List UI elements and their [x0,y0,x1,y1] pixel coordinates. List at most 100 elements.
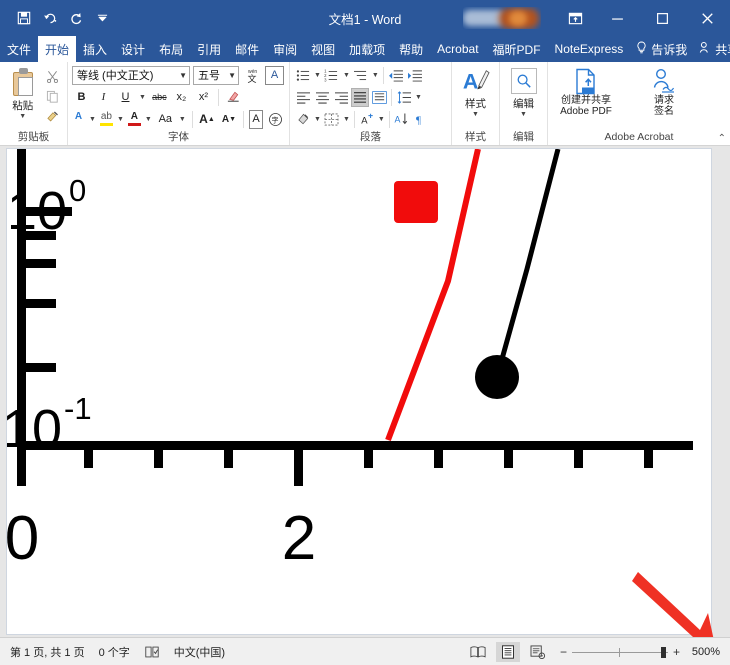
tab-view[interactable]: 视图 [304,36,342,62]
align-right-button[interactable] [332,88,350,107]
language-indicator[interactable]: 中文(中国) [174,644,225,660]
borders-caret-icon[interactable]: ▼ [342,116,351,123]
paste-button[interactable]: 粘贴 ▼ [4,65,42,120]
text-effects-button[interactable]: A [72,110,85,129]
change-case-caret-icon[interactable]: ▼ [178,116,187,123]
ribbon-display-options-icon[interactable] [555,0,595,36]
redo-icon[interactable] [64,6,88,30]
text-highlight-caret-icon[interactable]: ▼ [116,116,125,123]
undo-icon[interactable] [38,6,62,30]
underline-dropdown-caret-icon[interactable]: ▼ [138,94,147,101]
subscript-button[interactable]: x₂ [172,88,191,107]
page-indicator[interactable]: 第 1 页, 共 1 页 [10,644,85,660]
change-case-button[interactable]: Aa [156,110,175,129]
word-count[interactable]: 0 个字 [99,644,130,660]
copy-icon[interactable] [42,87,62,105]
tab-design[interactable]: 设计 [114,36,152,62]
grow-font-button[interactable]: A▲ [197,110,216,129]
underline-button[interactable]: U [116,88,135,107]
request-signature-button[interactable]: 请求 签名 [630,67,698,117]
tab-home[interactable]: 开始 [38,36,76,62]
tell-me-box[interactable]: 告诉我 [630,36,693,62]
multilevel-caret-icon[interactable]: ▼ [371,72,380,79]
character-border-icon[interactable]: A [265,66,284,85]
tab-help[interactable]: 帮助 [392,36,430,62]
tab-layout[interactable]: 布局 [152,36,190,62]
request-signature-line2: 签名 [654,106,674,117]
tab-insert[interactable]: 插入 [76,36,114,62]
show-marks-button[interactable]: ¶ [412,110,430,129]
customize-qat-icon[interactable] [90,6,114,30]
tab-noteexpress[interactable]: NoteExpress [548,36,631,62]
tab-addins[interactable]: 加载项 [342,36,392,62]
justify-button[interactable] [351,88,369,107]
create-pdf-line2: Adobe PDF [560,106,612,117]
sort-button[interactable]: A [393,110,411,129]
italic-button[interactable]: I [94,88,113,107]
superscript-button[interactable]: x² [194,88,213,107]
phonetic-guide-icon[interactable]: wén 文 [242,66,262,85]
bold-button[interactable]: B [72,88,91,107]
font-color-caret-icon[interactable]: ▼ [144,116,153,123]
font-size-combo[interactable]: 五号 ▼ [193,66,239,85]
bullets-button[interactable] [294,66,312,85]
minimize-button[interactable] [595,0,640,36]
web-layout-button[interactable] [526,642,550,662]
text-highlight-button[interactable]: ab [100,110,113,129]
decrease-indent-button[interactable] [387,66,405,85]
distribute-button[interactable] [370,88,388,107]
format-painter-icon[interactable] [42,107,62,125]
tab-review[interactable]: 审阅 [266,36,304,62]
tab-mailings[interactable]: 邮件 [228,36,266,62]
numbering-button[interactable]: 1 2 3 [323,66,341,85]
text-effects-caret-icon[interactable]: ▼ [88,116,97,123]
font-color-button[interactable]: A [128,110,141,129]
character-shading-button[interactable]: A [249,110,263,129]
account-avatar-blurred[interactable] [463,7,541,29]
bullets-caret-icon[interactable]: ▼ [313,72,322,79]
shading-button[interactable] [294,110,312,129]
create-share-pdf-button[interactable]: 创建并共享 Adobe PDF [552,67,620,117]
increase-indent-button[interactable] [406,66,424,85]
zoom-slider[interactable]: − + [560,646,680,658]
tab-foxit-pdf[interactable]: 福昕PDF [486,36,548,62]
document-page[interactable]: 10 0 10 -1 0 2 [6,148,712,635]
borders-button[interactable] [323,110,341,129]
read-mode-button[interactable] [466,642,490,662]
cut-icon[interactable] [42,67,62,85]
align-left-button[interactable] [294,88,312,107]
shrink-font-button[interactable]: A▼ [219,110,238,129]
tab-references[interactable]: 引用 [190,36,228,62]
tab-acrobat[interactable]: Acrobat [430,36,485,62]
align-center-button[interactable] [313,88,331,107]
styles-dropdown-caret-icon[interactable]: ▼ [472,111,479,118]
print-layout-button[interactable] [496,642,520,662]
tab-file[interactable]: 文件 [0,36,38,62]
maximize-button[interactable] [640,0,685,36]
styles-button[interactable]: A 样式 ▼ [456,65,495,118]
zoom-track[interactable] [572,646,668,658]
asian-layout-button[interactable]: A [358,110,376,129]
share-button[interactable]: 共享 [693,36,730,62]
line-spacing-caret-icon[interactable]: ▼ [414,94,423,101]
collapse-ribbon-button[interactable]: ⌃ [718,133,726,144]
asian-layout-caret-icon[interactable]: ▼ [377,116,386,123]
shading-caret-icon[interactable]: ▼ [313,116,322,123]
font-name-combo[interactable]: 等线 (中文正文) ▼ [72,66,190,85]
multilevel-list-button[interactable] [352,66,370,85]
line-spacing-button[interactable] [395,88,413,107]
numbering-caret-icon[interactable]: ▼ [342,72,351,79]
editing-button[interactable]: 编辑 ▼ [504,65,543,118]
zoom-out-button[interactable]: − [560,646,567,658]
proofing-errors-icon[interactable] [144,645,160,659]
zoom-slider-thumb[interactable] [661,647,666,658]
editing-dropdown-caret-icon[interactable]: ▼ [520,111,527,118]
paste-dropdown-caret-icon[interactable]: ▼ [19,113,26,120]
enclose-characters-button[interactable]: 字 [266,110,285,129]
zoom-in-button[interactable]: + [673,646,680,658]
strikethrough-button[interactable]: abc [150,88,169,107]
zoom-level-label[interactable]: 500% [686,646,720,658]
clear-formatting-icon[interactable] [224,88,243,107]
close-button[interactable] [685,0,730,36]
save-icon[interactable] [12,6,36,30]
